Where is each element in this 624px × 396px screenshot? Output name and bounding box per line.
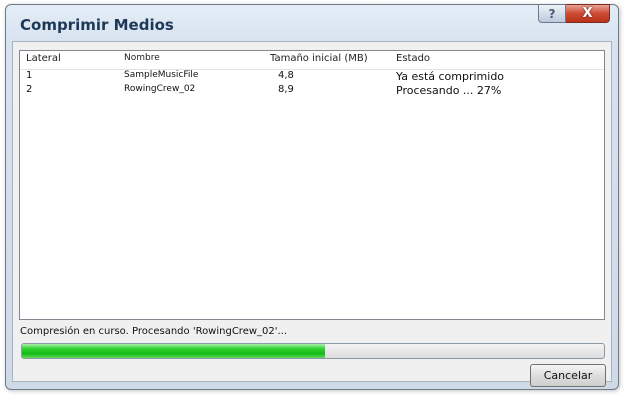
close-button[interactable]: X [566,4,610,23]
dialog-body: Lateral Nombre Tamaño inicial (MB) Estad… [12,41,612,387]
column-header-nombre[interactable]: Nombre [124,53,160,63]
compress-media-dialog: Comprimir Medios ? X Lateral Nombre Tama… [5,4,619,390]
help-icon: ? [548,6,556,21]
dialog-title: Comprimir Medios [20,16,174,34]
column-header-lateral[interactable]: Lateral [26,53,61,64]
cell-estado: Procesando ... 27% [396,84,502,97]
cell-nombre: SampleMusicFile [124,70,199,80]
cell-size: 4,8 [278,70,294,81]
media-list: Lateral Nombre Tamaño inicial (MB) Estad… [19,50,605,320]
cell-nombre: RowingCrew_02 [124,84,196,94]
status-message: Compresión en curso. Procesando 'RowingC… [20,326,288,337]
progress-fill [22,344,325,358]
title-bar: Comprimir Medios ? X [6,4,618,41]
progress-bar [21,343,605,359]
list-header: Lateral Nombre Tamaño inicial (MB) Estad… [20,51,604,70]
column-header-size[interactable]: Tamaño inicial (MB) [270,53,368,64]
cell-estado: Ya está comprimido [396,70,505,83]
cancel-button[interactable]: Cancelar [530,364,606,387]
table-row[interactable]: 1 SampleMusicFile 4,8 Ya está comprimido [20,70,604,83]
cell-lateral: 2 [26,84,33,95]
cell-lateral: 1 [26,70,33,81]
window-controls: ? X [538,4,610,23]
close-icon: X [582,6,593,21]
column-header-estado[interactable]: Estado [396,53,430,64]
cell-size: 8,9 [278,84,294,95]
help-button[interactable]: ? [538,4,566,23]
table-row[interactable]: 2 RowingCrew_02 8,9 Procesando ... 27% [20,84,604,97]
